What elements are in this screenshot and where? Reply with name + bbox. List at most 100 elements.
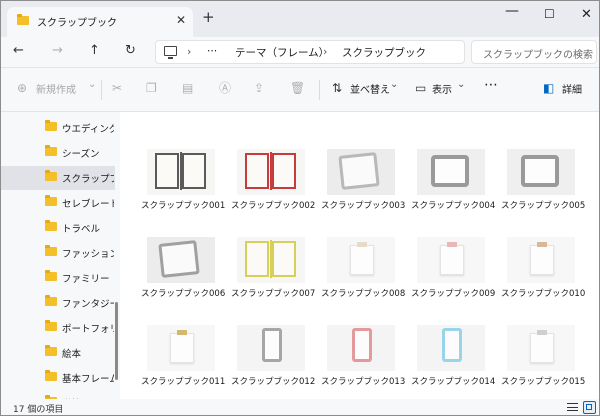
file-item[interactable]: スクラップブック013 [321,325,405,399]
details-view-button[interactable] [566,401,579,414]
sidebar-item[interactable]: ファンタジー [1,291,115,315]
file-item[interactable]: スクラップブック001 [141,149,226,225]
copy-icon[interactable]: ❐ [146,81,157,95]
breadcrumb-more[interactable]: ⋯ [207,45,218,57]
search-box[interactable]: スクラップブックの検索 [471,40,597,64]
navigation-pane: ウエディング_I シーズンスクラップブックセレブレートトラベルファッションファミリ… [1,112,120,399]
back-button[interactable]: ← [13,43,24,59]
folder-icon [45,295,57,306]
file-item[interactable]: スクラップブック007 [231,237,315,313]
more-options-button[interactable]: ⋯ [484,77,498,93]
file-item[interactable]: スクラップブック015 [501,325,585,399]
new-icon: ⊕ [17,81,28,95]
file-item[interactable]: スクラップブック003 [321,149,405,225]
sidebar-item[interactable]: ファッション [1,241,115,265]
sidebar-item[interactable]: スクラップブック [1,166,115,190]
file-thumbnail [417,149,485,195]
maximize-button[interactable]: ☐ [544,7,555,21]
status-bar: 17 個の項目 [1,399,599,415]
thumbnail-graphic [177,330,187,335]
file-thumbnail [147,149,215,195]
file-thumbnail [507,237,575,283]
sort-button[interactable]: 並べ替え [350,81,390,96]
thumbnail-graphic [357,242,367,247]
tab-close-icon[interactable]: ✕ [176,13,186,27]
paste-icon[interactable]: ▤ [182,81,193,95]
sidebar-item[interactable]: ポートフォリオ [1,316,115,340]
file-thumbnail [237,325,305,371]
rename-icon[interactable]: Ⓐ [219,81,231,95]
up-button[interactable]: ↑ [89,43,100,59]
sidebar-item-label: ファミリー [62,274,110,285]
sidebar-scrollbar[interactable] [115,302,118,380]
cut-icon[interactable]: ✂ [112,81,122,95]
file-name: スクラップブック012 [231,377,316,387]
file-thumbnail [417,325,485,371]
sidebar-item[interactable]: 基本フレーム [1,366,115,390]
sidebar-item[interactable]: 絵本 [1,341,115,365]
details-button[interactable]: 詳細 [562,81,582,96]
sidebar-item-label: セレブレート [62,199,114,210]
view-button[interactable]: 表示 [432,81,452,96]
file-item[interactable]: スクラップブック008 [321,237,405,313]
close-button[interactable]: ✕ [581,7,592,22]
refresh-button[interactable]: ↻ [125,43,136,59]
sidebar-item-label: ポートフォリオ [62,324,114,335]
file-item[interactable]: スクラップブック011 [141,325,225,399]
file-item[interactable]: スクラップブック006 [141,237,225,313]
breadcrumb-scrapbook[interactable]: スクラップブック [342,45,426,60]
thumbnail-graphic [155,153,179,189]
sidebar-item[interactable]: ファミリー [1,266,115,290]
thumbnail-graphic [245,241,269,277]
folder-icon [45,170,57,181]
sidebar-item-label: 基本フレーム [62,374,114,385]
thumbnail-graphic [537,242,547,247]
sidebar-item-label: 絵本 [62,349,82,360]
large-icons-view-button[interactable] [583,401,596,414]
sidebar-item[interactable]: ウエディング_I [1,116,115,140]
file-name: スクラップブック004 [411,201,496,211]
thumbnail-graphic [521,155,559,187]
chevron-right-icon: › [187,45,192,58]
share-icon[interactable]: ⇪ [254,81,264,95]
file-grid: スクラップブック001 スクラップブック002 スクラップブック003 スクラップブッ… [120,112,599,399]
minimize-button[interactable]: — [505,3,519,19]
computer-icon [164,46,177,59]
command-bar: ⊕ 新規作成 ⌄ ✂ ❐ ▤ Ⓐ ⇪ 🗑 ⇅ 並べ替え ⌄ ▭ 表示 ⌄ ⋯ ◧… [1,68,599,112]
item-count: 17 個の項目 [13,405,64,415]
thumbnail-graphic [272,153,296,189]
file-item[interactable]: スクラップブック004 [411,149,496,225]
sidebar-item-label: スクラップブック [62,174,114,185]
tab-scrapbook[interactable]: スクラップブック ✕ [7,7,193,37]
file-item[interactable]: スクラップブック002 [231,149,315,225]
file-name: スクラップブック001 [141,201,226,211]
file-name: スクラップブック010 [501,289,586,299]
sidebar-item[interactable]: トラベル [1,216,115,240]
search-input[interactable]: スクラップブックの検索 [483,46,593,61]
sidebar-item[interactable]: 学校 [1,391,115,399]
file-item[interactable]: スクラップブック009 [411,237,495,313]
file-thumbnail [147,325,215,371]
thumbnail-graphic [530,245,554,275]
sidebar-item[interactable]: セレブレート [1,191,115,215]
thumbnail-graphic [170,333,194,363]
file-item[interactable]: スクラップブック005 [501,149,586,225]
file-item[interactable]: スクラップブック014 [411,325,495,399]
breadcrumb-theme-frame[interactable]: テーマ（フレーム） [235,45,329,60]
thumbnail-graphic [182,153,206,189]
file-name: スクラップブック005 [501,201,586,211]
address-bar[interactable]: › ⋯ テーマ（フレーム） › スクラップブック [155,40,465,64]
tab-title: スクラップブック [37,18,117,29]
folder-icon [45,245,57,256]
sidebar-item[interactable]: シーズン [1,141,115,165]
file-thumbnail [327,237,395,283]
new-tab-button[interactable]: + [202,10,215,25]
file-thumbnail [507,149,575,195]
delete-icon[interactable]: 🗑 [290,81,305,95]
forward-button[interactable]: → [52,43,63,59]
sidebar-item-label: ファッション [62,249,114,260]
new-button[interactable]: 新規作成 [36,81,76,96]
file-item[interactable]: スクラップブック010 [501,237,586,313]
folder-icon [45,320,57,331]
file-item[interactable]: スクラップブック012 [231,325,316,399]
